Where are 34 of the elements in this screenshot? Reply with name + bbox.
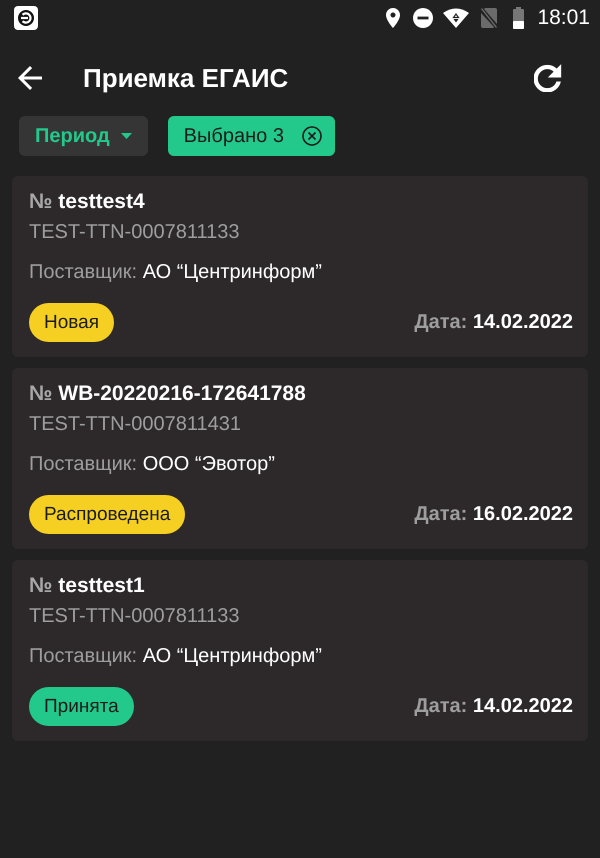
app-logo-icon: [14, 6, 38, 30]
location-pin-icon: [386, 8, 400, 28]
supplier-text: Поставщик: АО “Центринформ”: [29, 260, 323, 285]
document-date: Дата: 14.02.2022: [414, 695, 573, 718]
status-badge: Принята: [29, 687, 134, 726]
status-badge: Распроведена: [29, 495, 186, 534]
document-card[interactable]: № testtest1 TEST-TTN-0007811133 Поставщик: АО “Центринформ” Принята Дата: 14.02.2022: [12, 560, 588, 741]
status-bar-time: 18:01: [537, 6, 590, 30]
supplier-text: Поставщик: АО “Центринформ”: [29, 644, 323, 669]
wifi-icon: [443, 8, 470, 28]
document-date: Дата: 16.02.2022: [414, 503, 573, 526]
document-number: № WB-20220216-172641788: [29, 381, 307, 407]
supplier-text: Поставщик: ООО “Эвотор”: [29, 452, 276, 477]
back-arrow-icon: [18, 66, 42, 90]
refresh-icon: [534, 64, 562, 92]
document-date: Дата: 14.02.2022: [414, 311, 573, 334]
do-not-disturb-icon: [413, 8, 434, 28]
refresh-button[interactable]: [534, 64, 562, 92]
document-card[interactable]: № WB-20220216-172641788 TEST-TTN-0007811431 Поставщик: ООО “Эвотор” Распроведена Дата: 16.02.2022: [12, 368, 588, 549]
back-button[interactable]: [18, 66, 42, 90]
waybill-number: TEST-TTN-0007811431: [29, 412, 242, 437]
caret-icon: [120, 133, 132, 139]
selection-chip[interactable]: Выбрано 3: [168, 116, 335, 156]
waybill-number: TEST-TTN-0007811133: [29, 604, 240, 629]
waybill-number: TEST-TTN-0007811133: [29, 220, 240, 245]
period-dropdown[interactable]: Период: [19, 116, 148, 156]
battery-icon: [513, 7, 524, 29]
screen-title: Приемка ЕГАИС: [83, 62, 288, 94]
clear-icon[interactable]: [302, 126, 322, 146]
document-card[interactable]: № testtest4 TEST-TTN-0007811133 Поставщик: АО “Центринформ” Новая Дата: 14.02.2022: [12, 176, 588, 357]
document-number: № testtest1: [29, 573, 146, 599]
no-sim-icon: [481, 8, 498, 28]
status-badge: Новая: [29, 303, 114, 342]
document-number: № testtest4: [29, 189, 146, 215]
